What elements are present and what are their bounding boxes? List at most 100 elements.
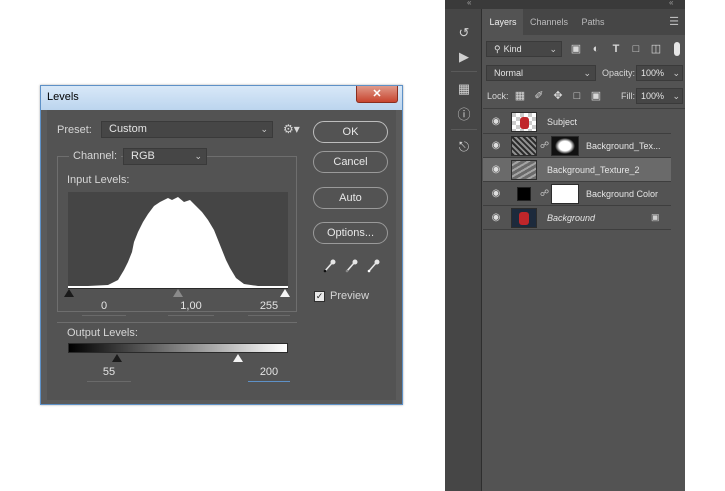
gray-eyedropper-icon[interactable]	[344, 258, 358, 274]
dock-topbar: « «	[445, 0, 685, 9]
chevron-down-icon: ⌄	[194, 151, 202, 161]
lock-label: Lock:	[487, 91, 509, 101]
black-eyedropper-icon[interactable]	[322, 258, 336, 274]
channel-dropdown[interactable]: RGB ⌄	[123, 148, 207, 165]
chain-link-icon[interactable]: ☍	[540, 188, 549, 199]
tab-channels[interactable]: Channels	[523, 9, 575, 35]
layer-row-background[interactable]: ◉ Background ▣	[483, 206, 671, 230]
lock-image-brush-icon[interactable]: ✐	[531, 88, 547, 104]
lock-all-icon[interactable]: ▣	[588, 88, 604, 104]
filter-type-icon[interactable]: T	[608, 41, 624, 57]
input-black-field[interactable]: 0	[82, 300, 126, 316]
levels-dialog: Levels ✕ Preset: Custom ⌄ ⚙▾ Channel: RG…	[40, 85, 403, 405]
opacity-field[interactable]: 100% ⌄	[636, 65, 683, 81]
input-gamma-slider[interactable]	[173, 289, 183, 297]
layer-name: Background_Texture_2	[547, 165, 640, 175]
preview-checkbox[interactable]: ✓	[314, 291, 325, 302]
layer-mask-thumbnail[interactable]	[551, 136, 579, 156]
tab-layers[interactable]: Layers	[483, 9, 523, 35]
preset-label: Preset:	[57, 124, 92, 136]
eye-icon[interactable]: ◉	[489, 115, 503, 129]
chevron-down-icon: ⌄	[260, 124, 268, 134]
chevron-down-icon: ⌄	[549, 44, 557, 54]
layer-row-background-texture[interactable]: ◉ ☍ Background_Tex...	[483, 134, 671, 158]
ok-button[interactable]: OK	[313, 121, 388, 143]
actions-play-icon[interactable]: ▶	[453, 47, 475, 67]
options-button[interactable]: Options...	[313, 222, 388, 244]
collapse-panel-icon[interactable]: «	[669, 0, 673, 7]
libraries-icon[interactable]: ▦	[453, 79, 475, 99]
output-white-field[interactable]: 200	[248, 366, 290, 382]
preview-label: Preview	[330, 290, 370, 302]
panel-menu-icon[interactable]: ☰	[665, 9, 683, 35]
cancel-button[interactable]: Cancel	[313, 151, 388, 173]
preset-dropdown[interactable]: Custom ⌄	[101, 121, 273, 138]
layer-thumbnail	[511, 112, 537, 132]
filter-toggle[interactable]	[674, 42, 680, 56]
histogram-graph	[68, 197, 288, 288]
info-icon[interactable]: ⓘ	[453, 105, 475, 125]
chevron-down-icon: ⌄	[672, 68, 680, 78]
layer-row-subject[interactable]: ◉ Subject	[483, 110, 671, 134]
blend-mode-value: Normal	[494, 68, 524, 78]
dialog-titlebar[interactable]: Levels ✕	[41, 86, 402, 110]
eye-icon[interactable]: ◉	[489, 187, 503, 201]
tab-paths[interactable]: Paths	[575, 9, 611, 35]
input-gamma-field[interactable]: 1,00	[168, 300, 214, 316]
histogram	[68, 192, 288, 288]
fill-field[interactable]: 100% ⌄	[636, 88, 683, 104]
output-white-slider[interactable]	[233, 354, 243, 362]
history-icon[interactable]: ↺	[453, 23, 475, 43]
output-black-field[interactable]: 55	[87, 366, 131, 382]
input-white-slider[interactable]	[280, 289, 290, 297]
layer-name: Background Color	[586, 189, 659, 199]
opacity-label: Opacity:	[602, 68, 636, 78]
layer-name: Subject	[547, 117, 578, 127]
filter-pixel-icon[interactable]: ▣	[568, 41, 584, 57]
eye-icon[interactable]: ◉	[489, 211, 503, 225]
output-black-slider[interactable]	[112, 354, 122, 362]
chevron-down-icon: ⌄	[583, 68, 591, 78]
output-gradient	[68, 343, 288, 353]
filter-kind-dropdown[interactable]: ⚲ Kind ⌄	[486, 41, 562, 57]
fill-swatch-thumbnail	[517, 187, 531, 201]
lock-artboard-icon[interactable]: □	[569, 88, 585, 104]
clone-source-icon[interactable]: ⎋	[453, 137, 475, 157]
chain-link-icon[interactable]: ☍	[540, 140, 549, 151]
layer-thumbnail	[511, 208, 537, 228]
gear-icon[interactable]: ⚙▾	[283, 122, 300, 136]
layer-mask-thumbnail[interactable]	[551, 184, 579, 204]
filter-smart-object-icon[interactable]: ◫	[648, 41, 664, 57]
lock-transparent-icon[interactable]: ▦	[512, 88, 528, 104]
panel-tabs: Layers Channels Paths ☰	[483, 9, 685, 35]
fill-value: 100%	[641, 91, 665, 101]
input-levels-label: Input Levels:	[67, 174, 130, 186]
layer-thumbnail	[511, 136, 537, 156]
layer-thumbnail	[511, 160, 537, 180]
fill-label: Fill:	[621, 91, 635, 101]
filter-adjustment-icon[interactable]: ◐	[588, 41, 604, 57]
layer-name: Background_Tex...	[586, 141, 661, 151]
opacity-value: 100%	[641, 68, 665, 78]
collapse-icon[interactable]: «	[467, 0, 471, 7]
layer-row-background-texture-2[interactable]: ◉ Background_Texture_2	[483, 158, 671, 182]
preset-value: Custom	[109, 123, 147, 135]
lock-icon: ▣	[651, 212, 660, 222]
eye-icon[interactable]: ◉	[489, 139, 503, 153]
input-white-field[interactable]: 255	[248, 300, 290, 316]
dialog-body: Preset: Custom ⌄ ⚙▾ Channel: RGB ⌄ Input…	[47, 110, 396, 400]
layer-row-background-color[interactable]: ◉ ☍ Background Color	[483, 182, 671, 206]
eye-icon[interactable]: ◉	[489, 163, 503, 177]
blend-mode-dropdown[interactable]: Normal ⌄	[486, 65, 596, 81]
filter-shape-icon[interactable]: □	[628, 41, 644, 57]
chevron-down-icon: ⌄	[672, 91, 680, 101]
white-eyedropper-icon[interactable]	[366, 258, 380, 274]
lock-position-move-icon[interactable]: ✥	[550, 88, 566, 104]
output-levels-label: Output Levels:	[67, 327, 138, 339]
dialog-title: Levels	[47, 91, 79, 103]
layer-name: Background	[547, 213, 596, 223]
panel-icon-strip: ↺ ▶ ▦ ⓘ ⎋	[445, 9, 482, 491]
auto-button[interactable]: Auto	[313, 187, 388, 209]
input-black-slider[interactable]	[64, 289, 74, 297]
close-button[interactable]: ✕	[356, 86, 398, 103]
